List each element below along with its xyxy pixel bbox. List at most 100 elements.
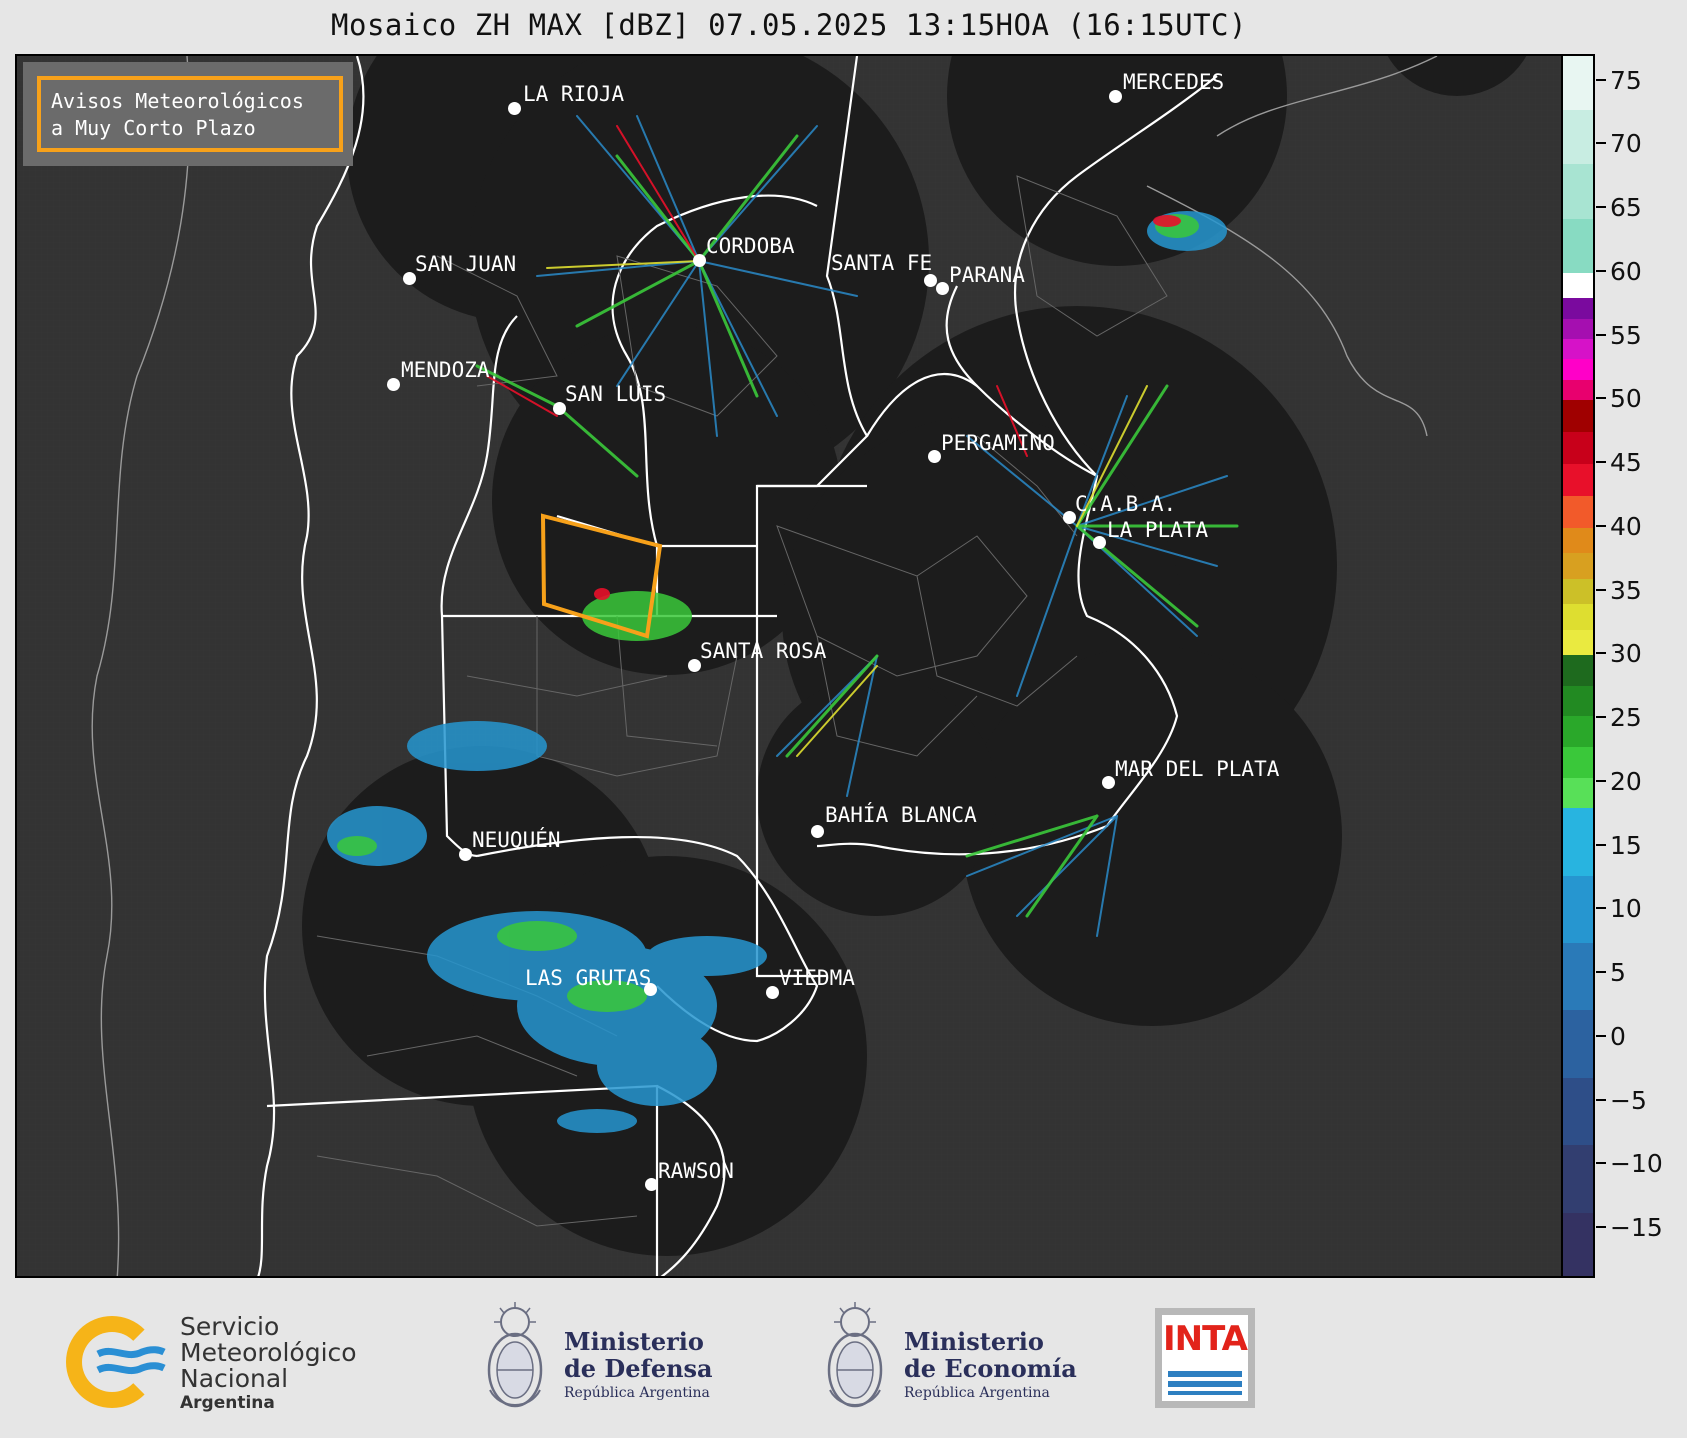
smn-waves-icon bbox=[96, 1346, 166, 1375]
defensa-logo: Ministerio de Defensa República Argentin… bbox=[480, 1300, 720, 1420]
city-label-mar-del-plata: MAR DEL PLATA bbox=[1115, 757, 1280, 781]
alert-legend-line1: Avisos Meteorológicos bbox=[51, 89, 304, 113]
colorbar-segment bbox=[1563, 218, 1593, 273]
city-label-las-grutas: LAS GRUTAS bbox=[525, 966, 652, 990]
colorbar-segment bbox=[1563, 432, 1593, 464]
city-label-bahia-blanca: BAHÍA BLANCA bbox=[825, 803, 977, 827]
colorbar-segment bbox=[1563, 318, 1593, 340]
colorbar-tick bbox=[1596, 397, 1606, 400]
city-label-santa-fe: SANTA FE bbox=[831, 251, 933, 275]
colorbar-segment bbox=[1563, 110, 1593, 165]
defensa-line2: de Defensa bbox=[564, 1354, 713, 1383]
colorbar-segment bbox=[1563, 272, 1593, 299]
colorbar-segment bbox=[1563, 604, 1593, 630]
map-title: Mosaico ZH MAX [dBZ] 07.05.2025 13:15HOA… bbox=[331, 8, 1247, 42]
alert-legend-line2: a Muy Corto Plazo bbox=[51, 116, 256, 140]
economia-line2: de Economía bbox=[904, 1354, 1077, 1383]
city-label-la-rioja: LA RIOJA bbox=[523, 82, 625, 106]
colorbar-segment bbox=[1563, 463, 1593, 496]
colorbar-tick bbox=[1596, 843, 1606, 846]
economia-logo: Ministerio de Economía República Argenti… bbox=[820, 1300, 1080, 1420]
colorbar-tick-label: 45 bbox=[1610, 448, 1642, 477]
colorbar-tick-label: 40 bbox=[1610, 511, 1642, 541]
dbz-colorbar bbox=[1563, 54, 1595, 1278]
alert-legend-frame: Avisos Meteorológicos a Muy Corto Plazo bbox=[37, 76, 343, 152]
colorbar-tick-label: 60 bbox=[1610, 256, 1642, 286]
city-label-mercedes: MERCEDES bbox=[1123, 70, 1225, 94]
colorbar-tick bbox=[1596, 1226, 1606, 1228]
colorbar-tick bbox=[1596, 1162, 1606, 1165]
colorbar-segment bbox=[1563, 359, 1593, 380]
city-label-viedma: VIEDMA bbox=[779, 966, 855, 990]
smn-line4: Argentina bbox=[180, 1393, 275, 1413]
inta-stripe bbox=[1168, 1371, 1242, 1377]
inta-wordmark: INTA bbox=[1163, 1319, 1248, 1359]
coat-of-arms-icon bbox=[827, 1302, 883, 1408]
city-label-parana: PARANA bbox=[949, 263, 1025, 287]
colorbar-segment bbox=[1563, 629, 1593, 656]
city-label-la-plata: LA PLATA bbox=[1107, 518, 1209, 542]
colorbar-segment bbox=[1563, 379, 1593, 401]
colorbar-tick-label: 35 bbox=[1610, 575, 1642, 605]
colorbar-tick-label: 55 bbox=[1610, 320, 1642, 350]
colorbar-segment bbox=[1563, 777, 1593, 809]
smn-line3: Nacional bbox=[180, 1364, 289, 1393]
colorbar-tick bbox=[1596, 1098, 1606, 1101]
colorbar-tick bbox=[1596, 588, 1606, 591]
economia-line1: Ministerio bbox=[904, 1327, 1044, 1356]
defensa-line3: República Argentina bbox=[564, 1385, 710, 1401]
colorbar-tick-label: 75 bbox=[1610, 65, 1642, 95]
city-marker-parana bbox=[936, 282, 949, 295]
colorbar-segment bbox=[1563, 495, 1593, 528]
colorbar-tick-label: 5 bbox=[1610, 958, 1626, 987]
colorbar-segment bbox=[1563, 716, 1593, 747]
footer-logos: Servicio Meteorológico Nacional Argentin… bbox=[0, 1278, 1687, 1438]
colorbar-segment bbox=[1563, 875, 1593, 943]
colorbar-segment bbox=[1563, 942, 1593, 1011]
colorbar-tick bbox=[1596, 206, 1606, 208]
colorbar-tick bbox=[1596, 907, 1606, 910]
inta-stripe bbox=[1168, 1381, 1242, 1387]
smn-line2: Meteorológico bbox=[180, 1338, 357, 1367]
city-label-cordoba: CORDOBA bbox=[706, 234, 795, 258]
colorbar-segment bbox=[1563, 400, 1593, 433]
colorbar-tick-label: 0 bbox=[1610, 1021, 1626, 1051]
city-marker-pergamino bbox=[928, 450, 941, 463]
colorbar-tick-label: −5 bbox=[1610, 1085, 1647, 1115]
radar-coverage-mar-del-plata bbox=[962, 646, 1342, 1026]
city-marker-la-plata bbox=[1093, 536, 1106, 549]
colorbar-segment bbox=[1563, 746, 1593, 778]
city-marker-mar-del-plata bbox=[1102, 776, 1115, 789]
city-label-san-luis: SAN LUIS bbox=[565, 382, 667, 406]
coat-of-arms-icon bbox=[487, 1302, 543, 1408]
city-marker-viedma bbox=[766, 986, 779, 999]
colorbar-segment bbox=[1563, 578, 1593, 605]
colorbar-segment bbox=[1563, 298, 1593, 319]
colorbar-tick-label: 25 bbox=[1610, 703, 1642, 732]
city-label-pergamino: PERGAMINO bbox=[941, 431, 1055, 455]
colorbar-segment bbox=[1563, 1077, 1593, 1146]
colorbar-tick bbox=[1596, 78, 1606, 81]
colorbar-tick bbox=[1596, 779, 1606, 782]
defensa-line1: Ministerio bbox=[564, 1327, 704, 1356]
city-label-santa-rosa: SANTA ROSA bbox=[700, 639, 827, 663]
colorbar-tick-label: 70 bbox=[1610, 129, 1642, 159]
city-label-neuquen: NEUQUÉN bbox=[472, 828, 561, 852]
colorbar-segment bbox=[1563, 1212, 1593, 1276]
colorbar-tick bbox=[1596, 142, 1606, 145]
city-marker-mercedes bbox=[1109, 90, 1122, 103]
colorbar-tick bbox=[1596, 524, 1606, 527]
colorbar-tick-label: 15 bbox=[1610, 830, 1642, 860]
colorbar-tick bbox=[1596, 269, 1606, 272]
city-marker-neuquen bbox=[459, 848, 472, 861]
radar-map[interactable]: Avisos Meteorológicos a Muy Corto Plazo … bbox=[15, 54, 1563, 1278]
colorbar-segment bbox=[1563, 164, 1593, 219]
colorbar-tick bbox=[1596, 1034, 1606, 1037]
colorbar-tick-label: 30 bbox=[1610, 639, 1642, 669]
colorbar-tick-label: 50 bbox=[1610, 384, 1642, 414]
colorbar-tick bbox=[1596, 461, 1606, 463]
city-marker-cordoba bbox=[693, 254, 706, 267]
colorbar-segment bbox=[1563, 339, 1593, 360]
colorbar-tick-label: 65 bbox=[1610, 193, 1642, 222]
smn-logo: Servicio Meteorológico Nacional Argentin… bbox=[66, 1308, 386, 1413]
